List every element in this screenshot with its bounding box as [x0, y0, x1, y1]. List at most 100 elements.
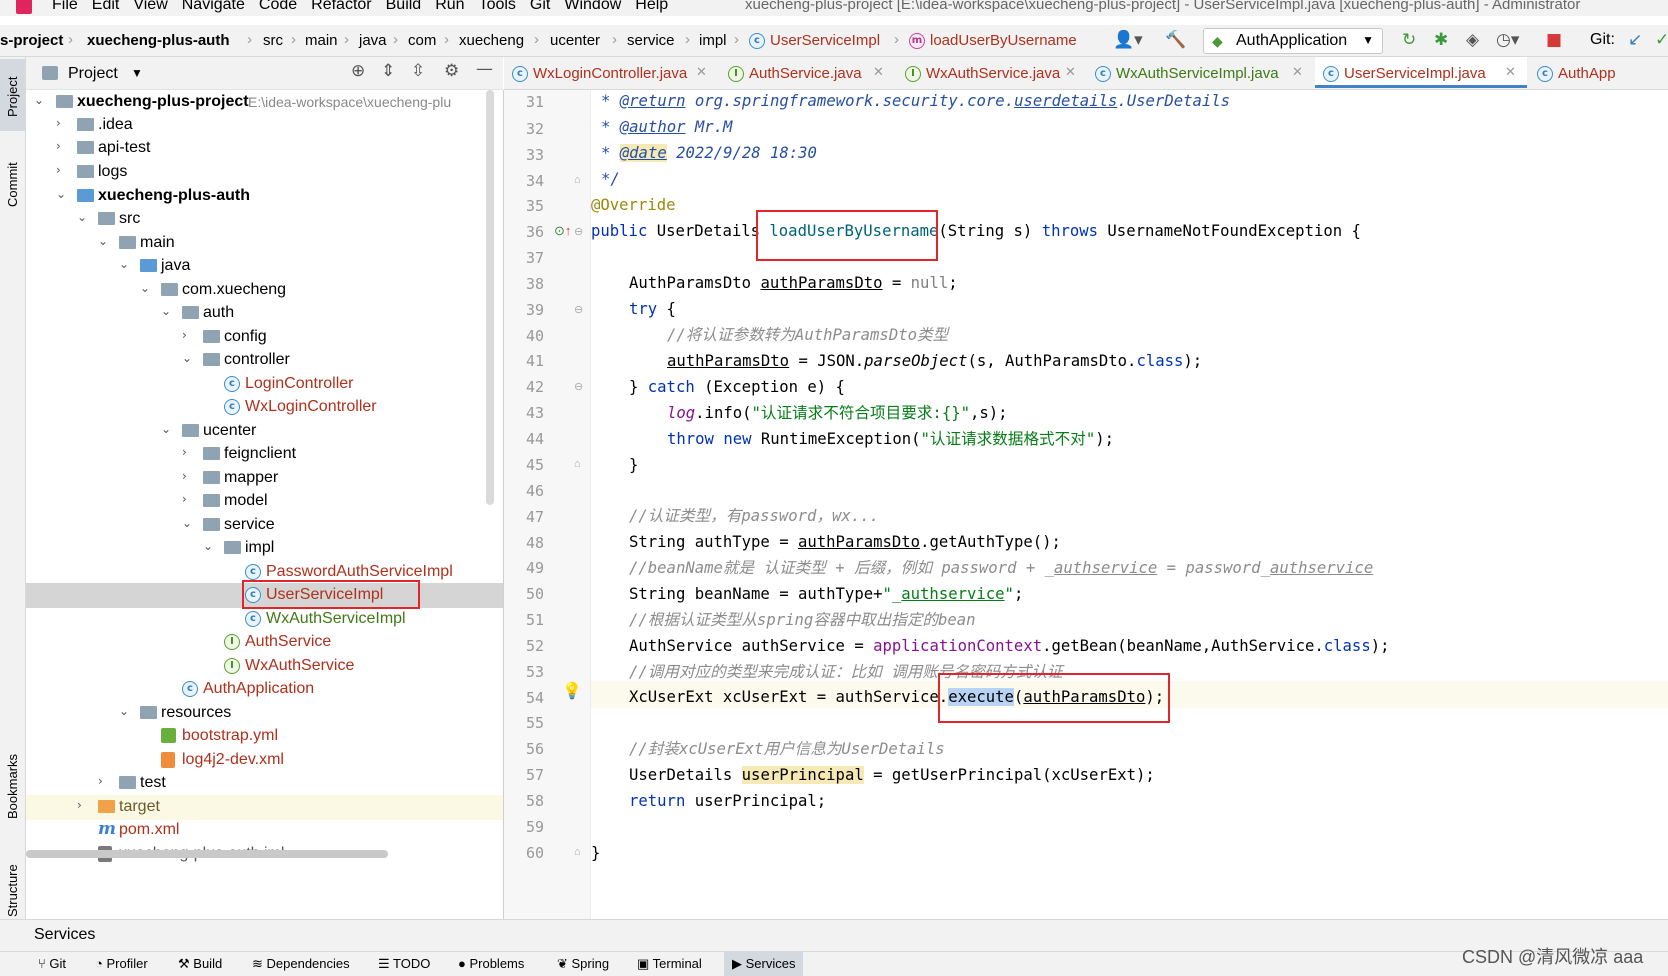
tree-item-feignclient[interactable]: › feignclient — [26, 442, 503, 467]
services-panel-title[interactable]: Services — [34, 926, 95, 944]
chevron-down-icon[interactable]: ▼ — [131, 66, 143, 80]
locate-icon[interactable]: ⊕ — [351, 61, 365, 81]
tree-item-api-test[interactable]: › api-test — [26, 136, 503, 161]
bottom-tool-dependencies[interactable]: ≋ Dependencies — [252, 956, 350, 972]
breadcrumb-module[interactable]: xuecheng-plus-auth — [87, 32, 230, 49]
tree-item-src[interactable]: ⌄ src — [26, 207, 503, 232]
menu-file[interactable]: File — [52, 0, 78, 13]
tree-item-wx-auth-service-impl[interactable]: c WxAuthServiceImpl — [26, 607, 503, 632]
tab-wxlogincontroller[interactable]: c WxLoginController.java ✕ — [504, 57, 718, 88]
menu-navigate[interactable]: Navigate — [182, 0, 245, 13]
project-panel-title[interactable]: Project — [68, 65, 118, 83]
tree-item-ucenter[interactable]: ⌄ ucenter — [26, 419, 503, 444]
breadcrumb-ucenter[interactable]: ucenter — [550, 32, 600, 49]
tree-item-auth-application[interactable]: c AuthApplication — [26, 677, 503, 702]
stop-icon[interactable]: ■ — [1546, 30, 1562, 50]
gear-icon[interactable]: ⚙ — [444, 61, 459, 81]
tree-item-wx-auth-service[interactable]: I WxAuthService — [26, 654, 503, 679]
run-configuration-select[interactable]: ◆ AuthApplication ▼ — [1203, 28, 1383, 54]
bottom-tool-spring[interactable]: ❦ Spring — [557, 956, 609, 972]
tree-item-login-controller[interactable]: c LoginController — [26, 372, 503, 397]
tree-item-wx-login-controller[interactable]: c WxLoginController — [26, 395, 503, 420]
bookmarks-tool-label[interactable]: Bookmarks — [5, 754, 20, 819]
bottom-tool-git[interactable]: ⑂ Git — [38, 956, 66, 971]
tab-wxauthservice[interactable]: I WxAuthService.java ✕ — [897, 57, 1085, 88]
fold-icon[interactable]: ⊖ — [574, 380, 583, 393]
tree-item-bootstrap-yml[interactable]: bootstrap.yml — [26, 724, 503, 749]
build-hammer-icon[interactable]: 🔨 — [1165, 30, 1186, 50]
project-tool-window-button[interactable]: Project — [0, 59, 25, 131]
bottom-tool-terminal[interactable]: ▣ Terminal — [637, 956, 702, 972]
breadcrumb-service[interactable]: service — [627, 32, 675, 49]
tree-item-auth-module[interactable]: ⌄ xuecheng-plus-auth — [26, 184, 503, 209]
bottom-tool-services[interactable]: ▶ Services — [724, 952, 804, 976]
menu-git[interactable]: Git — [530, 0, 550, 13]
menu-refactor[interactable]: Refactor — [311, 0, 371, 13]
breadcrumb-java[interactable]: java — [359, 32, 387, 49]
tree-item-logs[interactable]: › logs — [26, 160, 503, 185]
tree-item-resources[interactable]: ⌄ resources — [26, 701, 503, 726]
hide-icon[interactable]: — — [476, 59, 493, 79]
tree-item-auth[interactable]: ⌄ auth — [26, 301, 503, 326]
breadcrumb-src[interactable]: src — [263, 32, 283, 49]
breadcrumb-method[interactable]: m loadUserByUsername — [909, 32, 1077, 50]
tab-authservice[interactable]: I AuthService.java ✕ — [720, 57, 895, 88]
menu-run[interactable]: Run — [435, 0, 464, 13]
tree-item-impl[interactable]: ⌄ impl — [26, 536, 503, 561]
fold-icon[interactable]: ⌂ — [574, 174, 581, 186]
close-icon[interactable]: ✕ — [1065, 65, 1076, 80]
coverage-icon[interactable]: ◈ — [1466, 30, 1479, 50]
breadcrumb-main[interactable]: main — [305, 32, 338, 49]
commit-tool-label[interactable]: Commit — [5, 162, 20, 207]
tree-item-auth-service[interactable]: I AuthService — [26, 630, 503, 655]
menu-view[interactable]: View — [133, 0, 167, 13]
user-icon[interactable]: 👤▾ — [1113, 30, 1143, 50]
profile-icon[interactable]: ◷▾ — [1496, 30, 1519, 50]
tree-item-log4j2-xml[interactable]: log4j2-dev.xml — [26, 748, 503, 773]
tree-item-target[interactable]: › target — [26, 795, 503, 820]
close-icon[interactable]: ✕ — [696, 65, 707, 80]
tab-authapplication[interactable]: c AuthApp — [1529, 57, 1668, 88]
breadcrumb-project[interactable]: s-project — [0, 32, 63, 49]
tree-item-config[interactable]: › config — [26, 325, 503, 350]
tree-item-main[interactable]: ⌄ main — [26, 231, 503, 256]
debug-icon[interactable]: ✱ — [1434, 30, 1448, 50]
tab-wxauthserviceimpl[interactable]: c WxAuthServiceImpl.java ✕ — [1087, 57, 1313, 88]
tree-item-service[interactable]: ⌄ service — [26, 513, 503, 538]
tree-item-test[interactable]: › test — [26, 771, 503, 796]
menu-code[interactable]: Code — [259, 0, 297, 13]
menu-window[interactable]: Window — [564, 0, 621, 13]
tree-horizontal-scrollbar[interactable] — [26, 850, 388, 858]
menu-help[interactable]: Help — [635, 0, 668, 13]
bottom-tool-todo[interactable]: ☰ TODO — [378, 956, 430, 972]
bottom-tool-build[interactable]: ⚒ Build — [178, 956, 222, 972]
tree-item-model[interactable]: › model — [26, 489, 503, 514]
tree-scrollbar[interactable] — [486, 90, 494, 505]
menu-edit[interactable]: Edit — [92, 0, 120, 13]
collapse-all-icon[interactable]: ⇳ — [411, 61, 425, 81]
menu-tools[interactable]: Tools — [479, 0, 516, 13]
close-icon[interactable]: ✕ — [873, 65, 884, 80]
close-icon[interactable]: ✕ — [1292, 65, 1303, 80]
fold-icon[interactable]: ⌂ — [574, 846, 581, 858]
tab-userserviceimpl[interactable]: c UserServiceImpl.java ✕ — [1315, 57, 1527, 88]
breadcrumb-com[interactable]: com — [408, 32, 436, 49]
structure-tool-label[interactable]: Structure — [5, 864, 20, 917]
menu-build[interactable]: Build — [386, 0, 422, 13]
rerun-icon[interactable]: ↻ — [1402, 30, 1416, 50]
breadcrumb-impl[interactable]: impl — [699, 32, 727, 49]
git-commit-icon[interactable]: ✓ — [1655, 30, 1668, 50]
close-icon[interactable]: ✕ — [1505, 65, 1516, 80]
fold-icon[interactable]: ⊖ — [574, 303, 583, 316]
tree-item-project-root[interactable]: ⌄ xuecheng-plus-project E:\idea-workspace\… — [26, 90, 503, 115]
tree-item-java[interactable]: ⌄ java — [26, 254, 503, 279]
tree-item-idea[interactable]: › .idea — [26, 113, 503, 138]
tree-item-controller[interactable]: ⌄ controller — [26, 348, 503, 373]
bottom-tool-problems[interactable]: ● Problems — [458, 956, 524, 971]
breadcrumb-class[interactable]: c UserServiceImpl — [749, 32, 880, 50]
fold-icon[interactable]: ⌂ — [574, 458, 581, 470]
git-update-icon[interactable]: ↙ — [1628, 30, 1642, 50]
code-editor[interactable]: * @return org.springframework.security.c… — [591, 90, 1668, 919]
expand-all-icon[interactable]: ⇕ — [381, 61, 395, 81]
bottom-tool-profiler[interactable]: ◔ Profiler — [95, 956, 148, 971]
